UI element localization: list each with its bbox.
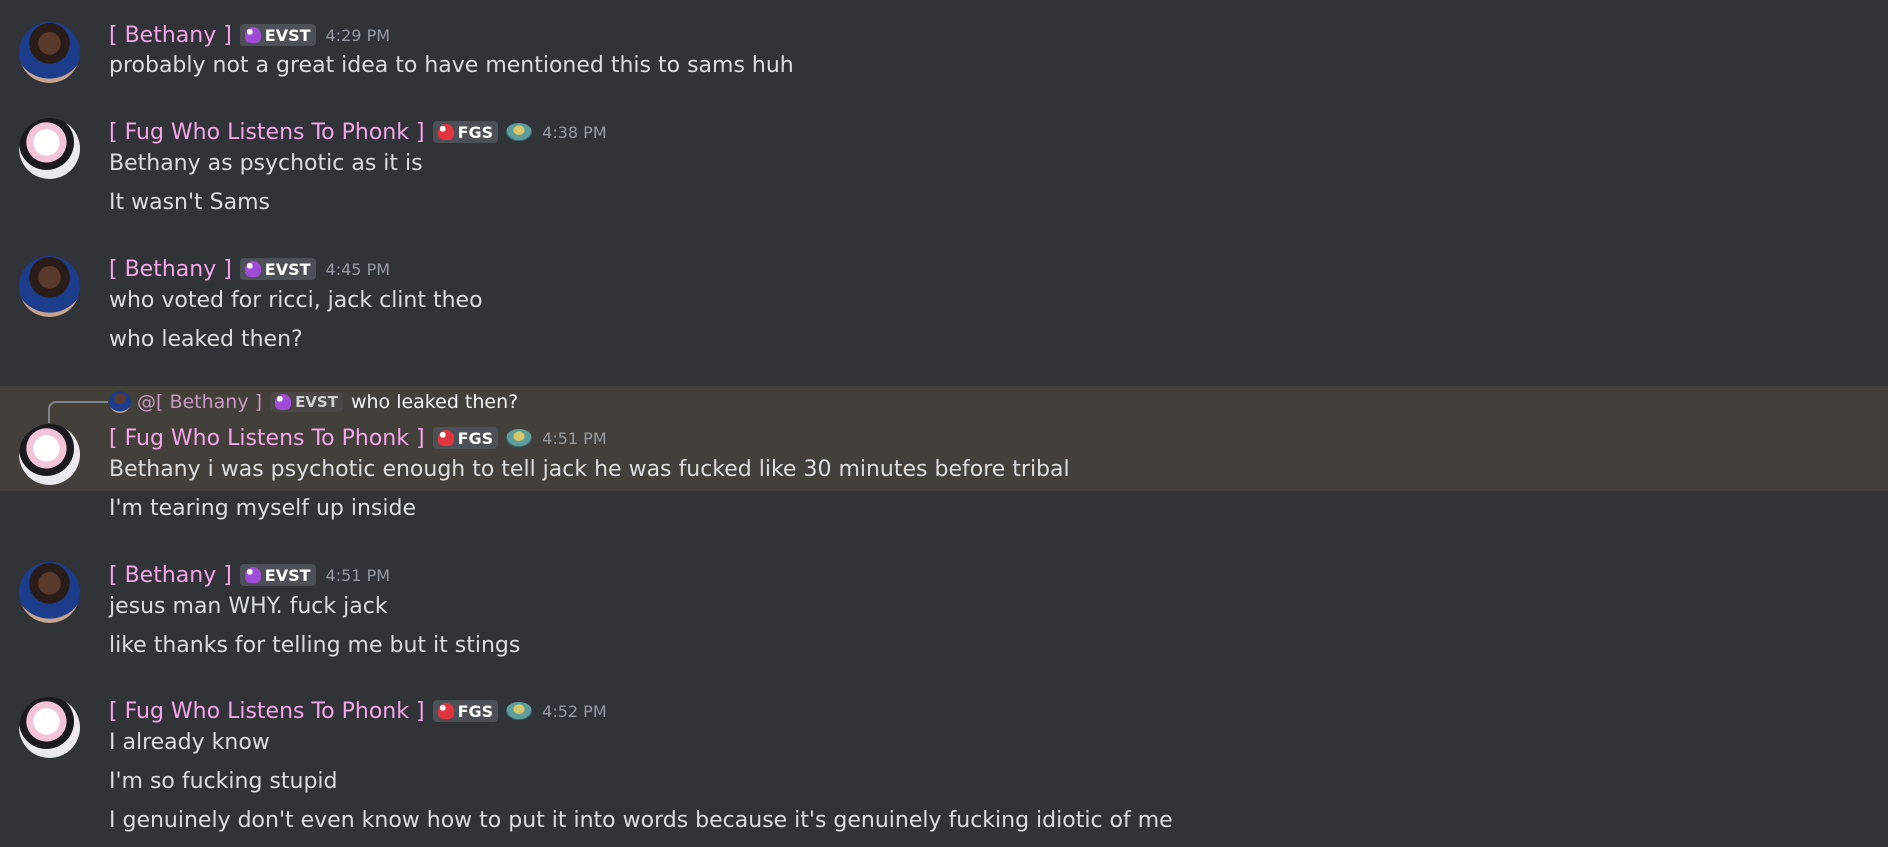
message-text: jesus man WHY. fuck jack: [109, 594, 388, 619]
username[interactable]: [ Fug Who Listens To Phonk ]: [109, 120, 425, 145]
role-tag[interactable]: EVST: [239, 564, 316, 586]
reply-spine: [48, 401, 108, 423]
message-text: It wasn't Sams: [109, 190, 270, 215]
timestamp[interactable]: 4:52 PM: [542, 702, 606, 721]
avatar[interactable]: [19, 697, 80, 758]
role-tag[interactable]: EVST: [239, 24, 316, 46]
username[interactable]: [ Bethany ]: [109, 23, 232, 48]
message-text: Bethany i was psychotic enough to tell j…: [109, 457, 1070, 482]
username[interactable]: [ Fug Who Listens To Phonk ]: [109, 699, 425, 724]
timestamp[interactable]: 4:29 PM: [326, 26, 390, 45]
role-tag[interactable]: FGS: [432, 121, 499, 143]
message-text: who leaked then?: [109, 327, 303, 352]
mushroom-icon: [244, 261, 261, 277]
mushroom-icon: [244, 567, 261, 583]
message-text: I'm so fucking stupid: [109, 769, 338, 794]
username[interactable]: [ Bethany ]: [109, 257, 232, 282]
message-header: [ Fug Who Listens To Phonk ] FGS 4:51 PM: [109, 424, 607, 452]
avatar[interactable]: [19, 22, 80, 83]
message-text: who voted for ricci, jack clint theo: [109, 288, 483, 313]
message-text: I already know: [109, 730, 270, 755]
reply-username[interactable]: @[ Bethany ]: [137, 391, 262, 413]
reply-avatar[interactable]: [109, 391, 131, 413]
message-header: [ Fug Who Listens To Phonk ] FGS 4:38 PM: [109, 118, 607, 146]
role-tag-label: EVST: [295, 393, 338, 411]
reply-text[interactable]: who leaked then?: [351, 391, 518, 413]
mushroom-icon: [244, 27, 261, 43]
reply-role-tag: EVST: [270, 392, 343, 412]
message-header: [ Fug Who Listens To Phonk ] FGS 4:52 PM: [109, 697, 607, 725]
guild-badge-icon[interactable]: [506, 123, 533, 141]
message-text: I'm tearing myself up inside: [109, 496, 416, 521]
mushroom-icon: [437, 124, 454, 140]
timestamp[interactable]: 4:51 PM: [542, 429, 606, 448]
username[interactable]: [ Bethany ]: [109, 563, 232, 588]
role-tag-label: FGS: [457, 701, 494, 721]
timestamp[interactable]: 4:45 PM: [326, 260, 390, 279]
role-tag[interactable]: FGS: [432, 427, 499, 449]
message-header: [ Bethany ] EVST 4:51 PM: [109, 561, 390, 589]
reply-preview[interactable]: @[ Bethany ] EVST who leaked then?: [109, 390, 518, 414]
message-text: like thanks for telling me but it stings: [109, 633, 521, 658]
message-text: I genuinely don't even know how to put i…: [109, 808, 1173, 833]
timestamp[interactable]: 4:38 PM: [542, 123, 606, 142]
avatar[interactable]: [19, 424, 80, 485]
chat-message-list: [ Bethany ] EVST 4:29 PM probably not a …: [0, 0, 1888, 847]
role-tag[interactable]: EVST: [239, 258, 316, 280]
message-header: [ Bethany ] EVST 4:45 PM: [109, 255, 390, 283]
guild-badge-icon[interactable]: [506, 702, 533, 720]
role-tag-label: EVST: [264, 25, 311, 45]
timestamp[interactable]: 4:51 PM: [326, 566, 390, 585]
role-tag-label: FGS: [457, 428, 494, 448]
avatar[interactable]: [19, 562, 80, 623]
role-tag[interactable]: FGS: [432, 700, 499, 722]
mushroom-icon: [437, 430, 454, 446]
guild-badge-icon[interactable]: [506, 429, 533, 447]
message-text: Bethany as psychotic as it is: [109, 151, 423, 176]
username[interactable]: [ Fug Who Listens To Phonk ]: [109, 426, 425, 451]
mushroom-icon: [437, 703, 454, 719]
message-text: probably not a great idea to have mentio…: [109, 53, 794, 78]
avatar[interactable]: [19, 256, 80, 317]
message-header: [ Bethany ] EVST 4:29 PM: [109, 21, 390, 49]
role-tag-label: EVST: [264, 565, 311, 585]
avatar[interactable]: [19, 118, 80, 179]
mushroom-icon: [275, 394, 292, 410]
role-tag-label: EVST: [264, 259, 311, 279]
role-tag-label: FGS: [457, 122, 494, 142]
